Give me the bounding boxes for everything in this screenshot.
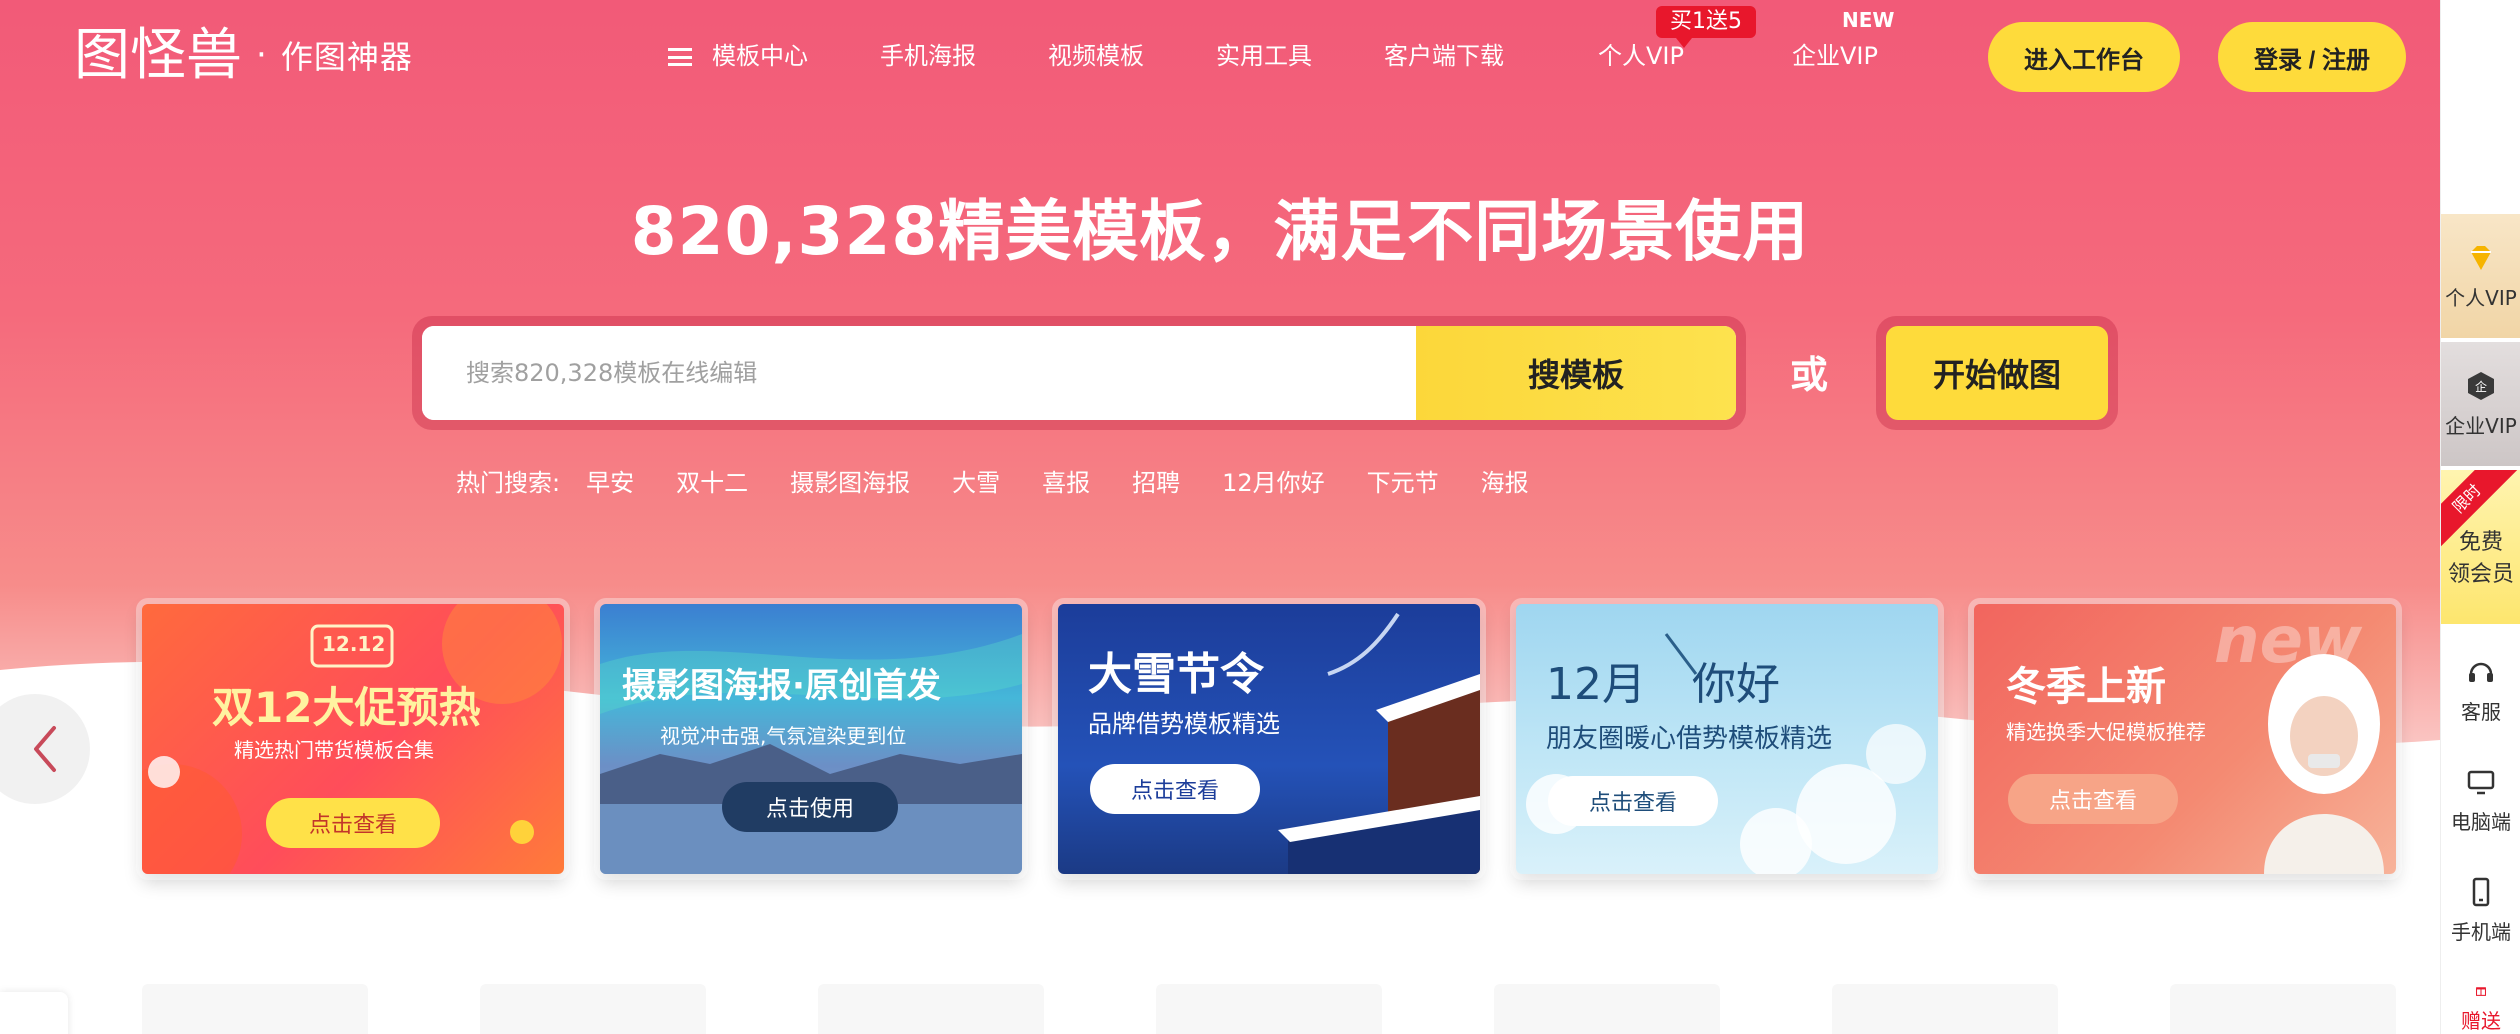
- nav-tools[interactable]: 实用工具: [1216, 38, 1312, 74]
- banner-photo-poster[interactable]: 摄影图海报·原创首发 视觉冲击强,气氛渲染更到位 点击使用: [600, 604, 1022, 874]
- banner-heavy-snow-subtitle: 品牌借势模板精选: [1088, 710, 1280, 738]
- hot-search-link[interactable]: 海报: [1481, 463, 1529, 498]
- banner-photo-poster-subtitle: 视觉冲击强,气氛渲染更到位: [660, 724, 907, 748]
- hot-search-link[interactable]: 下元节: [1367, 463, 1439, 498]
- sidebar-gift-label: 赠送: [2461, 1009, 2501, 1033]
- banner-double12-badge: 12.12: [322, 632, 386, 656]
- banner-double12-button[interactable]: 点击查看: [266, 798, 440, 848]
- template-card[interactable]: [818, 984, 1044, 1034]
- search-templates-button[interactable]: 搜模板: [1416, 326, 1736, 420]
- logo-mark: 图怪兽: [74, 23, 242, 88]
- sidebar-desktop[interactable]: 电脑端: [2441, 750, 2520, 850]
- banner-hello-december-title-a: 12月: [1546, 659, 1646, 710]
- sidebar-service[interactable]: 客服: [2441, 640, 2520, 740]
- hot-search-link[interactable]: 早安: [586, 463, 634, 498]
- start-design-wrap: 开始做图: [1876, 316, 2118, 430]
- banner-winter-new-subtitle: 精选换季大促模板推荐: [2006, 720, 2206, 744]
- banner-winter-new-button[interactable]: 点击查看: [2008, 774, 2178, 824]
- nav-video-template[interactable]: 视频模板: [1048, 38, 1144, 74]
- gift-icon: [2476, 987, 2486, 996]
- banner-photo-poster-button[interactable]: 点击使用: [722, 782, 898, 832]
- hamburger-icon: [668, 48, 692, 66]
- sidebar-gift[interactable]: 赠送: [2441, 970, 2520, 1034]
- search-bar: 搜模板: [412, 316, 1746, 430]
- banner-double12-subtitle: 精选热门带货模板合集: [234, 738, 434, 762]
- sidebar-personal-vip[interactable]: 个人VIP: [2441, 214, 2520, 338]
- mobile-icon: [2472, 877, 2490, 906]
- banner-winter-new[interactable]: new 冬季上新 精选换季大促模板推荐 点击查看: [1974, 604, 2396, 874]
- search-box: 搜模板: [422, 326, 1736, 420]
- template-card[interactable]: [2170, 984, 2396, 1034]
- logo[interactable]: 图怪兽 · 作图神器: [74, 22, 413, 88]
- enterprise-icon: 企: [2468, 371, 2494, 400]
- nav-template-center[interactable]: 模板中心: [668, 38, 808, 74]
- diamond-icon: [2471, 245, 2491, 270]
- workbench-button[interactable]: 进入工作台: [1988, 22, 2180, 92]
- template-card[interactable]: [1156, 984, 1382, 1034]
- sidebar-mobile[interactable]: 手机端: [2441, 860, 2520, 960]
- banner-double12-title: 双12大促预热: [212, 683, 481, 732]
- banner-heavy-snow-button[interactable]: 点击查看: [1090, 764, 1260, 814]
- template-card[interactable]: [1494, 984, 1720, 1034]
- search-input[interactable]: [422, 326, 1416, 420]
- sidebar-enterprise-vip[interactable]: 企 企业VIP: [2441, 342, 2520, 466]
- hot-search-link[interactable]: 双十二: [676, 463, 748, 498]
- login-register-button[interactable]: 登录 / 注册: [2218, 22, 2406, 92]
- or-separator: 或: [1790, 353, 1829, 397]
- desktop-icon: [2467, 770, 2495, 794]
- banner-double12[interactable]: 12.12 双12大促预热 精选热门带货模板合集 点击查看: [142, 604, 564, 874]
- banner-heavy-snow[interactable]: 大雪节令 品牌借势模板精选 点击查看: [1058, 604, 1480, 874]
- sidebar-free-member-line2: 领会员: [2447, 562, 2514, 587]
- hot-search-link[interactable]: 大雪: [952, 463, 1000, 498]
- banner-photo-poster-title: 摄影图海报·原创首发: [622, 666, 941, 706]
- chevron-left-icon: [34, 726, 56, 772]
- sidebar-personal-vip-label: 个人VIP: [2445, 285, 2517, 310]
- svg-text:图怪兽: 图怪兽: [74, 23, 242, 88]
- banner-winter-new-title: 冬季上新: [2006, 664, 2166, 710]
- sidebar-free-member-line1: 免费: [2458, 530, 2503, 555]
- hot-search-link[interactable]: 招聘: [1132, 463, 1180, 498]
- nav-template-center-label: 模板中心: [712, 42, 808, 70]
- hot-searches: 热门搜索: 早安 双十二 摄影图海报 大雪 喜报 招聘 12月你好 下元节 海报: [456, 463, 1571, 498]
- hero-wave-shape: [0, 661, 2440, 1034]
- banner-hello-december-title-b: 你好: [1692, 659, 1780, 710]
- banner-hello-december-subtitle: 朋友圈暖心借势模板精选: [1546, 724, 1833, 754]
- sidebar-service-label: 客服: [2461, 699, 2501, 724]
- svg-text:企: 企: [2475, 379, 2487, 394]
- new-badge: NEW: [1842, 8, 1895, 32]
- banner-hello-december-button[interactable]: 点击查看: [1548, 776, 1718, 826]
- promo-badge: 买1送5: [1656, 6, 1756, 48]
- template-card[interactable]: [1832, 984, 2058, 1034]
- hot-search-link[interactable]: 喜报: [1042, 463, 1090, 498]
- banner-heavy-snow-title: 大雪节令: [1088, 649, 1264, 700]
- sidebar-free-member[interactable]: 限时 免费 领会员: [2441, 470, 2520, 624]
- nav-personal-vip[interactable]: 个人VIP: [1598, 38, 1684, 74]
- hot-search-link[interactable]: 12月你好: [1222, 463, 1325, 498]
- right-sidebar: 个人VIP 企 企业VIP 限时 免费 领会员 客服 电脑端 手机端 赠送: [2440, 0, 2520, 1034]
- nav-mobile-poster[interactable]: 手机海报: [880, 38, 976, 74]
- template-card[interactable]: [142, 984, 368, 1034]
- template-card[interactable]: [480, 984, 706, 1034]
- logo-slogan: 作图神器: [280, 38, 413, 76]
- page: 图怪兽 · 作图神器 模板中心 手机海报 视频模板 实用工具 客户端下载 个人V…: [0, 0, 2520, 1034]
- hot-searches-label: 热门搜索:: [456, 468, 561, 497]
- logo-dot: ·: [256, 35, 267, 75]
- floating-tab[interactable]: [0, 992, 68, 1034]
- sidebar-desktop-label: 电脑端: [2451, 809, 2511, 834]
- hot-search-link[interactable]: 摄影图海报: [790, 463, 910, 498]
- nav-client-download[interactable]: 客户端下载: [1384, 38, 1504, 74]
- banner-hello-december[interactable]: 12月 你好 朋友圈暖心借势模板精选 点击查看: [1516, 604, 1938, 874]
- headset-icon: [2469, 662, 2493, 682]
- nav-enterprise-vip[interactable]: 企业VIP: [1792, 38, 1878, 74]
- sidebar-mobile-label: 手机端: [2451, 919, 2511, 944]
- hero-headline: 820,328精美模板，满足不同场景使用: [630, 193, 1810, 270]
- start-design-button[interactable]: 开始做图: [1886, 326, 2108, 420]
- sidebar-enterprise-vip-label: 企业VIP: [2445, 413, 2517, 438]
